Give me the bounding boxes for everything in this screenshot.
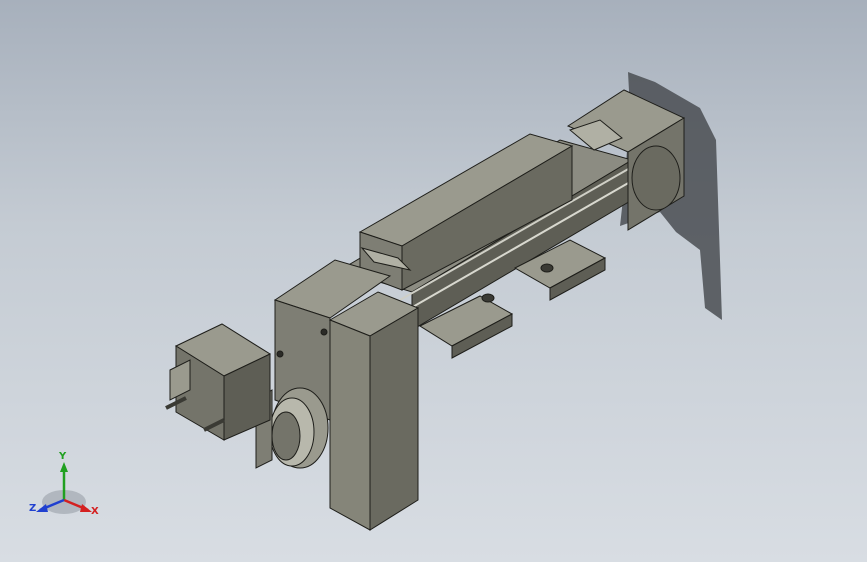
axis-y-label: Y bbox=[59, 451, 67, 462]
cad-viewport[interactable]: X Y Z bbox=[0, 0, 867, 562]
axis-x-label: X bbox=[91, 506, 99, 517]
servo-motor bbox=[165, 323, 272, 441]
linear-actuator-model[interactable] bbox=[0, 0, 867, 562]
belt-cover bbox=[328, 291, 420, 531]
axis-z-label: Z bbox=[29, 503, 37, 514]
coordinate-triad[interactable] bbox=[36, 462, 92, 514]
